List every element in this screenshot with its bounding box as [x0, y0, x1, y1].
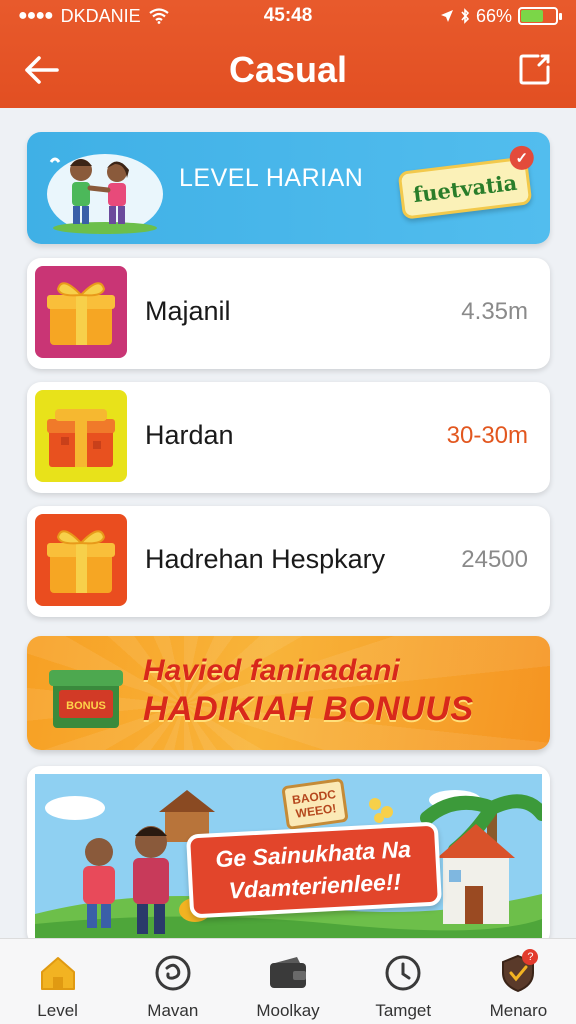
- promo-sign: BAODC WEEO!: [281, 777, 349, 831]
- reward-card-majanil[interactable]: Majanil 4.35m: [27, 258, 550, 369]
- gift-box-icon: [35, 266, 127, 358]
- nav-item-moolkay[interactable]: Moolkay: [230, 939, 345, 1024]
- gift-icon: [47, 282, 115, 345]
- treasure-box-icon: [35, 390, 127, 482]
- nav-label: Mavan: [147, 1001, 199, 1020]
- nav-label: Menaro: [489, 1001, 548, 1020]
- nav-label: Tamget: [375, 1001, 432, 1020]
- nav-label: Level: [37, 1001, 78, 1020]
- battery-level: [521, 10, 544, 22]
- crate-icon: [47, 409, 115, 467]
- share-icon: [519, 54, 550, 85]
- app-header: Casual: [0, 32, 576, 108]
- home-icon: [36, 951, 80, 995]
- reward-name: Majanil: [145, 296, 231, 326]
- reward-value: 24500: [461, 546, 528, 573]
- heart-check-icon: ✓: [509, 145, 534, 170]
- gift-box-icon: [35, 514, 127, 606]
- clock-icon: [381, 951, 425, 995]
- promo-text-box[interactable]: Ge Sainukhata Na Vdamterienlee!!: [185, 821, 443, 919]
- back-button[interactable]: [20, 50, 62, 90]
- bonus-subtitle: Havied faninadani: [143, 654, 400, 687]
- wallet-icon: [266, 951, 310, 995]
- share-button[interactable]: [516, 50, 554, 88]
- reward-card-hadrehan[interactable]: Hadrehan Hespkary 24500: [27, 506, 550, 617]
- bonus-box-icon: BONUS: [49, 670, 123, 728]
- nav-item-menaro[interactable]: ? Menaro: [461, 939, 576, 1024]
- shield-icon: ?: [496, 949, 540, 995]
- reward-value: 30-30m: [446, 422, 528, 449]
- bonus-banner[interactable]: BONUS Havied faninadani HADIKIAH BONUUS: [27, 636, 550, 750]
- status-time: 45:48: [263, 5, 313, 26]
- level-badge-text: fuetvatia: [411, 169, 519, 207]
- page-title: Casual: [228, 49, 348, 90]
- nav-item-tamget[interactable]: Tamget: [346, 939, 461, 1024]
- arrow-left-icon: [25, 56, 59, 84]
- reward-value: 4.35m: [461, 298, 528, 325]
- level-title: LEVEL HARIAN: [179, 164, 364, 192]
- nav-item-mavan[interactable]: Mavan: [115, 939, 230, 1024]
- bonus-box-label: BONUS: [66, 700, 106, 712]
- kids-illustration: [47, 154, 163, 234]
- gift-icon: [47, 530, 115, 593]
- swirl-icon: [151, 951, 195, 995]
- status-bar: ●●●● DKDANIE 45:48 66%: [0, 0, 576, 32]
- nav-label: Moolkay: [256, 1001, 320, 1020]
- reward-name: Hadrehan Hespkary: [145, 544, 386, 574]
- reward-card-hardan[interactable]: Hardan 30-30m: [27, 382, 550, 493]
- bonus-title: HADIKIAH BONUUS: [143, 690, 474, 728]
- bottom-nav: Level Mavan Moolkay Tamget ? Menaro: [0, 938, 576, 1024]
- reward-name: Hardan: [145, 420, 234, 450]
- top-bar: ●●●● DKDANIE 45:48 66% Casual: [0, 0, 576, 108]
- nav-item-level[interactable]: Level: [0, 939, 115, 1024]
- battery-icon: [518, 7, 562, 25]
